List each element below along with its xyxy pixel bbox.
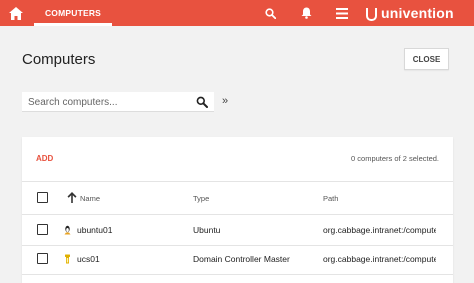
row-checkbox[interactable] bbox=[37, 224, 48, 235]
menu-button[interactable] bbox=[331, 0, 353, 26]
home-button[interactable] bbox=[0, 0, 32, 26]
computers-grid: ADD 0 computers of 2 selected. Name Type… bbox=[22, 137, 453, 283]
row-path: org.cabbage.intranet:/computers bbox=[323, 254, 436, 264]
divider bbox=[22, 214, 453, 215]
ucs-icon bbox=[65, 254, 70, 264]
header-search-button[interactable] bbox=[259, 0, 281, 26]
row-type: Domain Controller Master bbox=[193, 254, 290, 264]
divider bbox=[22, 245, 453, 246]
select-all-checkbox[interactable] bbox=[37, 192, 48, 203]
column-header-type[interactable]: Type bbox=[193, 194, 209, 203]
add-button[interactable]: ADD bbox=[36, 154, 53, 163]
divider bbox=[22, 274, 453, 275]
brand-logo: univention bbox=[366, 0, 454, 26]
selection-info: 0 computers of 2 selected. bbox=[351, 154, 439, 163]
sort-ascending-icon[interactable] bbox=[67, 192, 77, 203]
bell-icon bbox=[301, 7, 311, 19]
expand-search-button[interactable]: » bbox=[222, 95, 228, 107]
menu-icon bbox=[336, 7, 348, 19]
close-button[interactable]: CLOSE bbox=[404, 48, 449, 70]
search-input[interactable] bbox=[28, 92, 188, 112]
home-icon bbox=[9, 6, 23, 20]
page-title: Computers bbox=[22, 51, 96, 68]
search-box bbox=[22, 92, 214, 112]
row-name[interactable]: ubuntu01 bbox=[77, 225, 112, 235]
row-name[interactable]: ucs01 bbox=[77, 254, 100, 264]
column-header-path[interactable]: Path bbox=[323, 194, 338, 203]
divider bbox=[22, 181, 453, 182]
top-bar: COMPUTERS univention bbox=[0, 0, 474, 26]
brand-name: univention bbox=[381, 5, 454, 21]
search-submit-icon[interactable] bbox=[196, 96, 208, 108]
row-checkbox[interactable] bbox=[37, 253, 48, 264]
search-icon bbox=[264, 7, 276, 19]
univention-logo-icon bbox=[366, 7, 377, 21]
column-header-name[interactable]: Name bbox=[80, 194, 100, 203]
ubuntu-icon bbox=[64, 225, 71, 235]
row-path: org.cabbage.intranet:/computers bbox=[323, 225, 436, 235]
row-type: Ubuntu bbox=[193, 225, 221, 235]
tab-computers[interactable]: COMPUTERS bbox=[34, 0, 112, 26]
notifications-button[interactable] bbox=[295, 0, 317, 26]
